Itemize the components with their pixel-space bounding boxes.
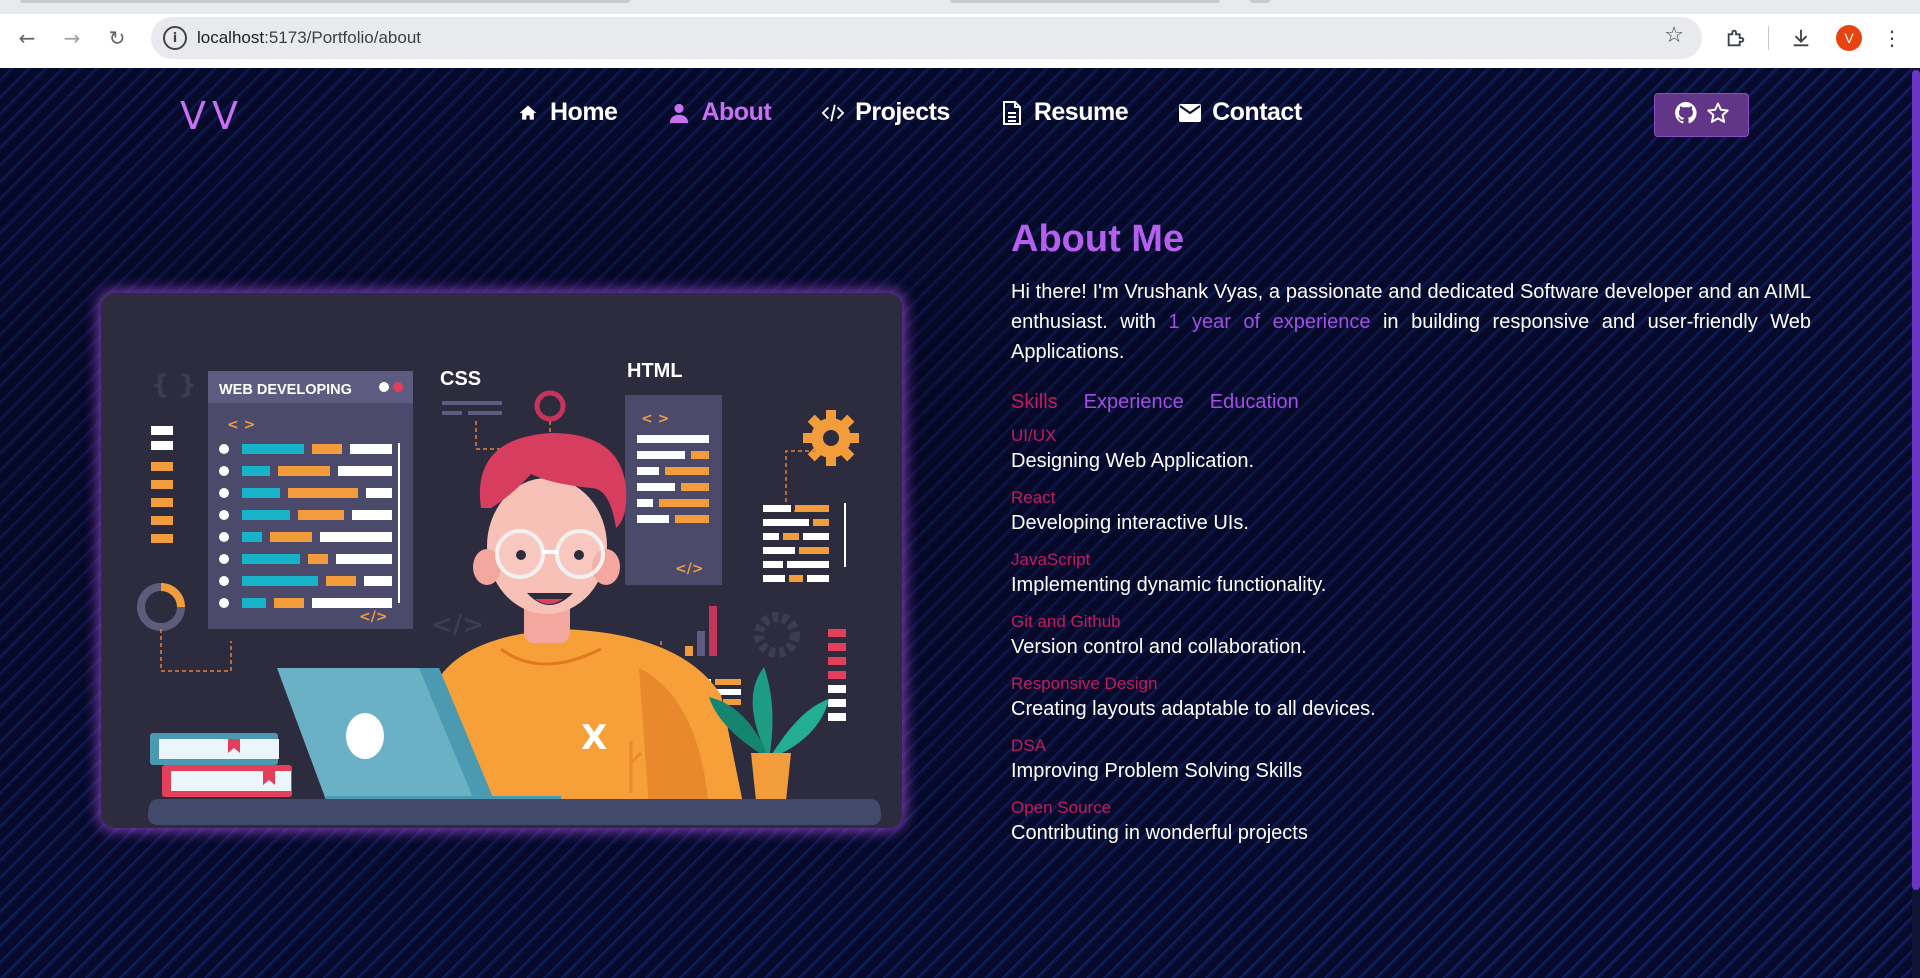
star-icon <box>1706 101 1730 130</box>
developer-illustration: { } WEB DEVELOPING < > </> CSS HTML < > … <box>101 293 902 828</box>
skill-item: Open Source Contributing in wonderful pr… <box>1011 798 1811 848</box>
site-info-icon[interactable]: i <box>163 26 187 50</box>
skill-name: JavaScript <box>1011 550 1091 569</box>
mail-icon <box>1178 101 1202 125</box>
nav-about[interactable]: About <box>667 98 772 127</box>
reload-icon[interactable]: ↻ <box>101 22 133 54</box>
nav-home-label: Home <box>550 98 618 126</box>
svg-text:</>: </> <box>359 609 388 625</box>
panel-title: WEB DEVELOPING <box>219 382 352 398</box>
main-nav: Home About Projects Resume Contact <box>516 98 1352 127</box>
skills-list: UI/UX Designing Web Application. React D… <box>1011 426 1811 848</box>
github-icon <box>1674 101 1698 130</box>
css-label: CSS <box>440 368 481 390</box>
tab-experience[interactable]: Experience <box>1084 391 1184 414</box>
browser-menu-icon[interactable]: ⋮ <box>1876 22 1908 54</box>
nav-resume[interactable]: Resume <box>1000 98 1129 127</box>
browser-toolbar: ← → ↻ i localhost:5173/Portfolio/about ☆… <box>0 0 1920 68</box>
about-tabs: Skills Experience Education <box>1011 391 1811 414</box>
url-text[interactable]: localhost:5173/Portfolio/about <box>197 28 421 48</box>
nav-contact[interactable]: Contact <box>1178 98 1302 127</box>
skill-item: Git and Github Version control and colla… <box>1011 612 1811 662</box>
home-icon <box>516 101 540 125</box>
experience-highlight: 1 year of experience <box>1168 311 1371 333</box>
github-star-button[interactable] <box>1654 93 1749 137</box>
nav-projects[interactable]: Projects <box>821 98 950 127</box>
nav-about-label: About <box>701 98 772 126</box>
forward-icon[interactable]: → <box>56 22 88 54</box>
about-intro: Hi there! I'm Vrushank Vyas, a passionat… <box>1011 281 1811 363</box>
extensions-icon[interactable] <box>1720 22 1752 54</box>
skill-desc: Contributing in wonderful projects <box>1011 822 1308 844</box>
skill-desc: Creating layouts adaptable to all device… <box>1011 698 1376 720</box>
site-logo[interactable]: VV <box>180 94 244 138</box>
document-icon <box>1000 100 1024 125</box>
svg-text:< >: < > <box>641 411 669 427</box>
skill-item: JavaScript Implementing dynamic function… <box>1011 550 1811 600</box>
nav-home[interactable]: Home <box>516 98 618 127</box>
downloads-icon[interactable] <box>1785 22 1817 54</box>
shirt-mark: X <box>581 718 607 758</box>
html-label: HTML <box>627 360 683 382</box>
skill-name: Git and Github <box>1011 612 1121 631</box>
tab-strip <box>0 0 1920 14</box>
skill-item: DSA Improving Problem Solving Skills <box>1011 736 1811 786</box>
user-icon <box>667 101 691 125</box>
skill-item: Responsive Design Creating layouts adapt… <box>1011 674 1811 724</box>
skill-name: DSA <box>1011 736 1046 755</box>
svg-text:</>: </> <box>675 561 704 577</box>
tab-education[interactable]: Education <box>1210 391 1299 414</box>
skill-desc: Improving Problem Solving Skills <box>1011 760 1303 782</box>
about-section: About Me Hi there! I'm Vrushank Vyas, a … <box>1011 218 1811 848</box>
skill-desc: Developing interactive UIs. <box>1011 512 1249 534</box>
svg-text:{ }: { } <box>151 370 197 400</box>
page-scrollbar[interactable] <box>1912 68 1920 978</box>
skill-item: UI/UX Designing Web Application. <box>1011 426 1811 476</box>
bookmark-star-icon[interactable]: ☆ <box>1664 23 1684 48</box>
tab-skills[interactable]: Skills <box>1011 391 1058 414</box>
skill-name: React <box>1011 488 1056 507</box>
skill-desc: Version control and collaboration. <box>1011 636 1307 658</box>
portfolio-page: VV Home About Projects Resume Contact {… <box>0 68 1920 978</box>
skill-item: React Developing interactive UIs. <box>1011 488 1811 538</box>
skill-name: Responsive Design <box>1011 674 1158 693</box>
back-icon[interactable]: ← <box>11 22 43 54</box>
skill-desc: Designing Web Application. <box>1011 450 1255 472</box>
nav-contact-label: Contact <box>1212 98 1302 126</box>
skill-desc: Implementing dynamic functionality. <box>1011 574 1327 596</box>
svg-text:</>: </> <box>431 610 484 640</box>
skill-name: Open Source <box>1011 798 1112 817</box>
address-bar[interactable]: i localhost:5173/Portfolio/about ☆ <box>151 17 1702 59</box>
about-title: About Me <box>1011 218 1185 260</box>
nav-resume-label: Resume <box>1033 98 1129 126</box>
profile-avatar[interactable]: V <box>1836 25 1862 51</box>
svg-text:< >: < > <box>227 417 255 433</box>
code-icon <box>821 101 845 125</box>
skill-name: UI/UX <box>1011 426 1057 445</box>
nav-projects-label: Projects <box>855 98 950 126</box>
